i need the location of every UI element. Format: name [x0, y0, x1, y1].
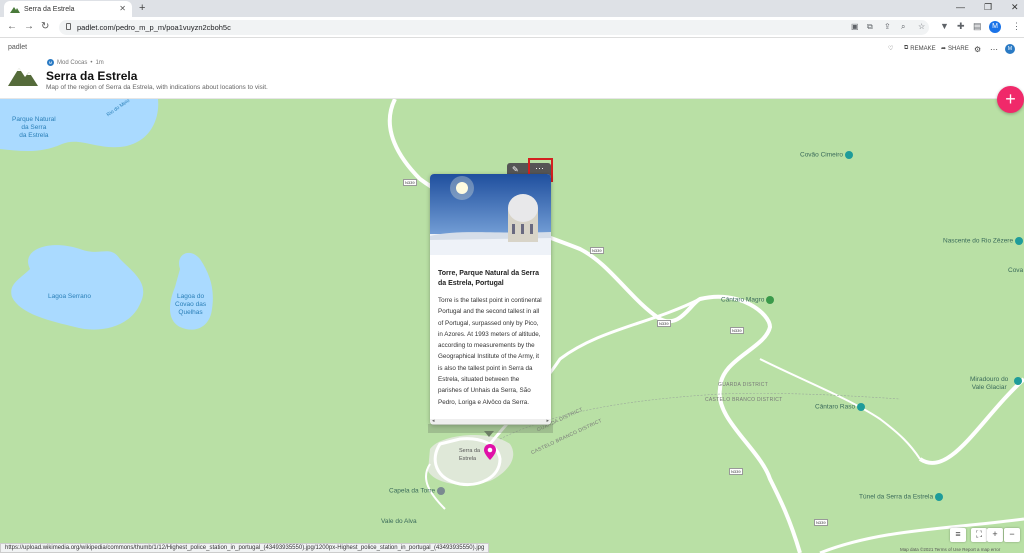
page-title: Serra da Estrela	[46, 69, 138, 83]
window-close-icon[interactable]: ✕	[1011, 2, 1019, 13]
place-cantaro-magro-label: Cântaro Magro	[721, 296, 765, 304]
tab-close-icon[interactable]: ✕	[119, 4, 126, 13]
author-name: Mod Cocas	[57, 59, 88, 66]
remake-icon: ⧉	[904, 45, 909, 51]
district-guarda: GUARDA DISTRICT	[718, 382, 769, 388]
forward-icon[interactable]: →	[24, 21, 34, 32]
media-icon[interactable]: ▤	[973, 21, 982, 32]
place-miradouro[interactable]: Miradouro do Vale Glaciar	[970, 376, 1008, 392]
author-info: M Mod Cocas • 1m	[47, 59, 104, 66]
profile-avatar[interactable]: M	[989, 21, 1001, 33]
share-page-icon[interactable]: ⇪	[884, 22, 891, 31]
road-shield: N339	[403, 179, 417, 186]
post-card[interactable]: Torre, Parque Natural da Serra da Estrel…	[430, 174, 551, 425]
author-avatar: M	[47, 59, 54, 66]
remake-label: REMAKE	[910, 45, 936, 52]
settings-gear-icon[interactable]: ⚙	[974, 45, 981, 54]
more-options-icon[interactable]: ⋯	[990, 45, 998, 54]
back-icon[interactable]: ←	[7, 21, 17, 32]
card-caret	[484, 431, 494, 437]
district-castelo-branco: CASTELO BRANCO DISTRICT	[705, 397, 783, 403]
zoom-out-button[interactable]: −	[1004, 528, 1020, 542]
road-shield: N339	[814, 519, 828, 526]
extensions-puzzle-icon[interactable]: ✚	[957, 21, 965, 32]
place-tunel[interactable]: Túnel da Serra da Estrela	[859, 493, 944, 502]
place-covao-cimeiro-label: Covão Cimeiro	[800, 151, 843, 159]
place-capela-label: Capela da Torre	[389, 487, 436, 495]
zoom-icon[interactable]: ⌕	[901, 22, 905, 32]
post-body: Torre is the tallest point in continenta…	[438, 297, 542, 406]
place-tunel-label: Túnel da Serra da Estrela	[859, 493, 934, 501]
place-serra-estrela: Serra da Estrela	[459, 448, 481, 462]
lake-serrano	[11, 245, 144, 330]
translate-icon[interactable]: ⧉	[867, 22, 873, 32]
place-capela[interactable]: Capela da Torre	[389, 487, 446, 496]
tab-title: Serra da Estrela	[24, 5, 75, 13]
place-vale-alva[interactable]: Vale do Alva	[381, 518, 417, 526]
page-description: Map of the region of Serra da Estrela, w…	[46, 84, 268, 91]
share-button[interactable]: ➦ SHARE	[941, 45, 969, 53]
lake-label-serrano: Lagoa Serrano	[48, 293, 92, 300]
lake-label-parque: Parque Natural da Serra da Estrela	[12, 116, 56, 139]
padlet-favicon-icon	[10, 6, 20, 13]
poi-icon	[857, 403, 866, 411]
browser-tab-bar: Serra da Estrela ✕ + — ❐ ✕	[0, 0, 1024, 17]
mountain-wall-icon	[8, 68, 38, 86]
road-shield: N339	[590, 247, 604, 254]
lake-covao-quelhas	[170, 252, 213, 330]
place-covao-cimeiro[interactable]: Covão Cimeiro	[800, 151, 853, 160]
poi-icon	[845, 151, 853, 159]
new-tab-button[interactable]: +	[139, 2, 145, 14]
address-url: padlet.com/pedro_m_p_m/poa1vuyzn2cboh5c	[77, 23, 231, 32]
place-cantaro-raso-label: Cântaro Raso	[815, 403, 856, 411]
reload-icon[interactable]: ↻	[41, 21, 49, 32]
status-bar-url: https://upload.wikimedia.org/wikipedia/c…	[0, 543, 490, 553]
road-shield: N339	[729, 468, 743, 475]
place-cantaro-magro[interactable]: Cântaro Magro	[721, 296, 775, 305]
remake-button[interactable]: ⧉ REMAKE	[904, 45, 936, 52]
lock-icon	[66, 23, 71, 30]
bookmark-star-icon[interactable]: ☆	[918, 22, 925, 31]
dot-separator: •	[90, 59, 93, 66]
mountain-peak-icon	[766, 296, 775, 304]
place-nascente-label: Nascente do Rio Zêzere	[943, 237, 1014, 245]
restore-icon[interactable]: ❐	[984, 2, 992, 13]
zoom-in-button[interactable]: +	[987, 528, 1003, 542]
map-pin-icon[interactable]	[484, 444, 496, 460]
map-attribution: Map data ©2021 Terms of Use Report a map…	[900, 547, 1001, 552]
road-shield: N339	[730, 327, 744, 334]
post-time: 1m	[95, 59, 104, 66]
place-nascente[interactable]: Nascente do Rio Zêzere	[943, 237, 1024, 246]
post-title: Torre, Parque Natural da Serra da Estrel…	[438, 270, 540, 287]
heart-icon[interactable]: ♡	[888, 45, 893, 52]
chapel-icon	[437, 487, 446, 495]
browser-tab[interactable]: Serra da Estrela ✕	[4, 1, 132, 17]
road-shield: N339	[657, 320, 671, 327]
browser-toolbar: ← → ↻ padlet.com/pedro_m_p_m/poa1vuyzn2c…	[0, 17, 1024, 38]
add-post-button[interactable]: +	[997, 86, 1024, 113]
extension-filter-icon[interactable]: ▼	[940, 21, 949, 31]
post-image[interactable]	[430, 174, 551, 255]
minimize-icon[interactable]: —	[956, 2, 965, 12]
poi-icon	[935, 493, 944, 501]
map-layers-button[interactable]: ≡	[950, 528, 966, 542]
poi-icon	[1015, 237, 1024, 245]
miradouro-poi-icon[interactable]	[1014, 377, 1022, 385]
padlet-header: padlet M Mod Cocas • 1m Serra da Estrela…	[0, 38, 1024, 99]
install-app-icon[interactable]: ▣	[851, 22, 859, 31]
fullscreen-button[interactable]: ⛶	[971, 528, 987, 542]
share-label: SHARE	[948, 45, 969, 52]
address-bar[interactable]: padlet.com/pedro_m_p_m/poa1vuyzn2cboh5c	[59, 20, 929, 35]
user-avatar[interactable]: M	[1005, 44, 1015, 54]
edit-pencil-icon[interactable]: ✎	[512, 165, 519, 174]
padlet-logo[interactable]: padlet	[8, 44, 27, 51]
place-cantaro-raso[interactable]: Cântaro Raso	[815, 403, 866, 412]
share-arrow-icon: ➦	[941, 46, 947, 52]
chrome-menu-icon[interactable]: ⋮	[1012, 21, 1021, 32]
place-cova[interactable]: Cova	[1008, 267, 1023, 275]
lake-label-quelhas: Lagoa do Covao das Quelhas	[175, 293, 207, 316]
